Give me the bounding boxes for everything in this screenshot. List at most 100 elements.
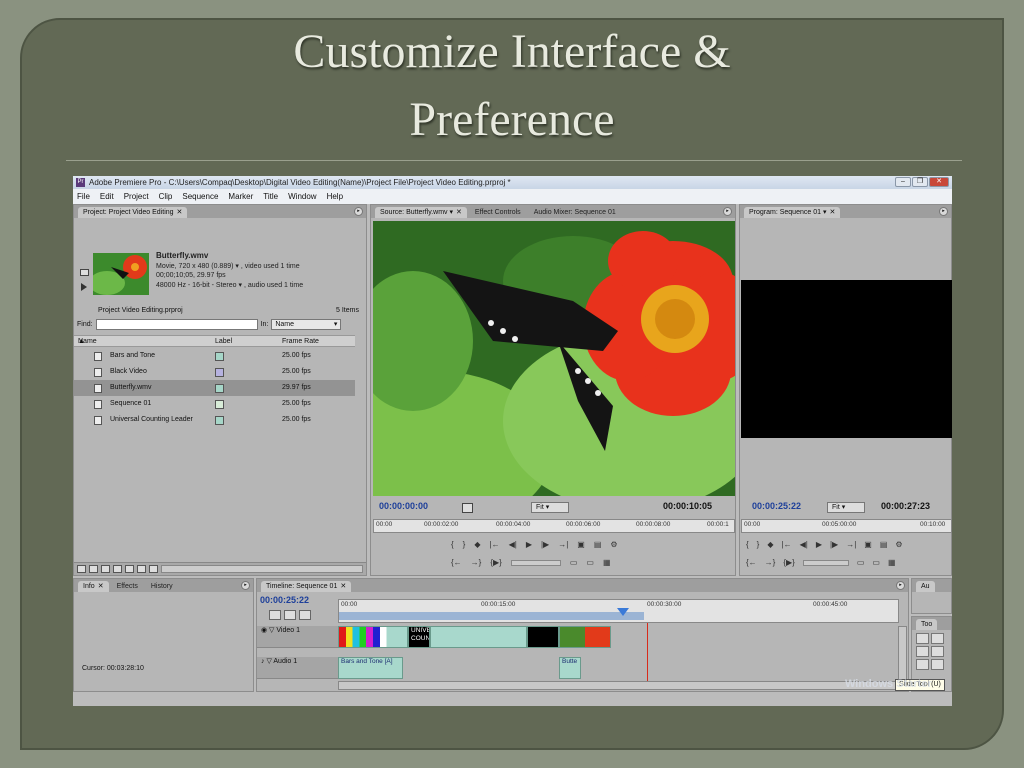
timeline-timecode[interactable]: 00:00:25:22: [260, 595, 309, 605]
export-frame-icon[interactable]: ▦: [603, 558, 611, 567]
horizontal-scrollbar[interactable]: [161, 565, 363, 573]
menu-title[interactable]: Title: [263, 189, 278, 204]
menu-help[interactable]: Help: [327, 189, 343, 204]
go-to-out-icon[interactable]: →|: [558, 540, 568, 549]
rolling-edit-tool-icon[interactable]: [931, 646, 944, 657]
tab-audio-mixer[interactable]: Audio Mixer: Sequence 01: [529, 207, 621, 218]
menu-window[interactable]: Window: [288, 189, 316, 204]
speaker-icon[interactable]: ♪: [261, 658, 265, 665]
clip-bars-and-tone[interactable]: [338, 626, 408, 648]
close-icon[interactable]: ✕: [98, 583, 104, 590]
project-item[interactable]: Bars and Tone 25.00 fps: [74, 348, 355, 364]
settings-icon[interactable]: ⚙: [610, 540, 617, 549]
go-to-prev-marker-icon[interactable]: {←: [451, 558, 462, 567]
eye-icon[interactable]: ◉: [261, 627, 267, 634]
menu-marker[interactable]: Marker: [228, 189, 253, 204]
safe-margins-icon[interactable]: ▣: [864, 540, 872, 549]
program-fit-select[interactable]: Fit ▾: [827, 502, 865, 513]
tab-effect-controls[interactable]: Effect Controls: [470, 207, 526, 218]
program-time-ruler[interactable]: 00:00 00:05:00:00 00:10:00: [741, 519, 952, 533]
trim-icon[interactable]: ▦: [888, 558, 896, 567]
project-item[interactable]: Black Video 25.00 fps: [74, 364, 355, 380]
program-video-frame[interactable]: [741, 280, 952, 438]
menu-file[interactable]: File: [77, 189, 90, 204]
mark-out-icon[interactable]: }: [757, 540, 760, 549]
razor-tool-icon[interactable]: [931, 659, 944, 670]
set-marker-icon[interactable]: ◆: [767, 540, 773, 549]
project-item[interactable]: Universal Counting Leader 25.00 fps: [74, 412, 355, 428]
find-icon[interactable]: [113, 565, 122, 573]
menu-edit[interactable]: Edit: [100, 189, 114, 204]
tab-tools[interactable]: Too: [916, 619, 938, 630]
list-view-icon[interactable]: [77, 565, 86, 573]
step-back-icon[interactable]: ◀|: [509, 540, 517, 549]
track-header-audio1[interactable]: ♪ ▽ Audio 1: [257, 657, 338, 679]
step-forward-icon[interactable]: |▶: [830, 540, 838, 549]
in-select[interactable]: Name ▾: [271, 319, 342, 330]
step-back-icon[interactable]: ◀|: [800, 540, 808, 549]
clip-black[interactable]: [527, 626, 559, 648]
lift-icon[interactable]: ▭: [857, 558, 865, 567]
extract-icon[interactable]: ▭: [872, 558, 880, 567]
go-to-out-icon[interactable]: →|: [846, 540, 856, 549]
icon-view-icon[interactable]: [89, 565, 98, 573]
source-fit-select[interactable]: Fit ▾: [531, 502, 569, 513]
clip-bars-and-tone-audio[interactable]: Bars and Tone [A]: [338, 657, 403, 679]
menu-project[interactable]: Project: [124, 189, 149, 204]
tab-effects[interactable]: Effects: [112, 581, 143, 592]
marker-icon[interactable]: [284, 610, 296, 620]
clip-black-video[interactable]: [430, 626, 527, 648]
clip-counting-leader[interactable]: UNIVERSAL COUNTING: [408, 626, 430, 648]
mark-in-icon[interactable]: {: [451, 540, 454, 549]
go-to-next-marker-icon[interactable]: →}: [471, 558, 482, 567]
track-select-tool-icon[interactable]: [931, 633, 944, 644]
timeline-vertical-scrollbar[interactable]: [898, 626, 907, 681]
play-icon[interactable]: [81, 283, 87, 291]
close-button[interactable]: ✕: [929, 177, 949, 187]
close-icon[interactable]: ✕: [177, 209, 183, 216]
clip-butterfly-video[interactable]: [559, 626, 611, 648]
menu-clip[interactable]: Clip: [159, 189, 173, 204]
set-marker-icon[interactable]: ◆: [474, 540, 480, 549]
go-to-in-icon[interactable]: |←: [490, 540, 500, 549]
jog-shuttle[interactable]: [802, 560, 849, 566]
play-icon[interactable]: ▶: [816, 540, 822, 549]
tab-audio-meters[interactable]: Au: [916, 581, 935, 592]
panel-menu-icon[interactable]: ▸: [723, 207, 732, 216]
automate-icon[interactable]: [101, 565, 110, 573]
close-icon[interactable]: ✕: [340, 583, 346, 590]
play-in-to-out-icon[interactable]: {▶}: [490, 558, 502, 567]
insert-icon[interactable]: ▭: [570, 558, 578, 567]
drop-frame-icon[interactable]: [462, 503, 473, 513]
keyframe-icon[interactable]: [299, 610, 311, 620]
output-icon[interactable]: ▤: [594, 540, 602, 549]
tab-project[interactable]: Project: Project Video Editing ✕: [78, 207, 188, 218]
rate-stretch-tool-icon[interactable]: [916, 659, 929, 670]
panel-menu-icon[interactable]: ▸: [241, 581, 250, 590]
tab-timeline[interactable]: Timeline: Sequence 01 ✕: [261, 581, 352, 592]
playhead-handle[interactable]: [617, 608, 629, 616]
panel-menu-icon[interactable]: ▸: [354, 207, 363, 216]
clear-icon[interactable]: [149, 565, 158, 573]
col-label[interactable]: Label: [215, 336, 232, 347]
menu-sequence[interactable]: Sequence: [182, 189, 218, 204]
source-time-ruler[interactable]: 00:00 00:00:02:00 00:00:04:00 00:00:06:0…: [373, 519, 735, 533]
close-icon[interactable]: ✕: [456, 209, 462, 216]
selection-tool-icon[interactable]: [916, 633, 929, 644]
tab-program[interactable]: Program: Sequence 01 ▾ ✕: [744, 207, 841, 218]
play-in-to-out-icon[interactable]: {▶}: [783, 558, 795, 567]
panel-menu-icon[interactable]: ▸: [939, 207, 948, 216]
poster-frame-icon[interactable]: [80, 269, 89, 276]
play-icon[interactable]: ▶: [526, 540, 532, 549]
go-to-in-icon[interactable]: |←: [782, 540, 792, 549]
find-input[interactable]: [95, 319, 258, 330]
step-forward-icon[interactable]: |▶: [541, 540, 549, 549]
safe-margins-icon[interactable]: ▣: [577, 540, 585, 549]
tab-history[interactable]: History: [146, 581, 178, 592]
mark-in-icon[interactable]: {: [746, 540, 749, 549]
go-to-next-edit-icon[interactable]: →}: [765, 558, 776, 567]
jog-shuttle[interactable]: [510, 560, 561, 566]
new-item-icon[interactable]: [137, 565, 146, 573]
restore-button[interactable]: ❐: [912, 177, 928, 187]
new-bin-icon[interactable]: [125, 565, 134, 573]
